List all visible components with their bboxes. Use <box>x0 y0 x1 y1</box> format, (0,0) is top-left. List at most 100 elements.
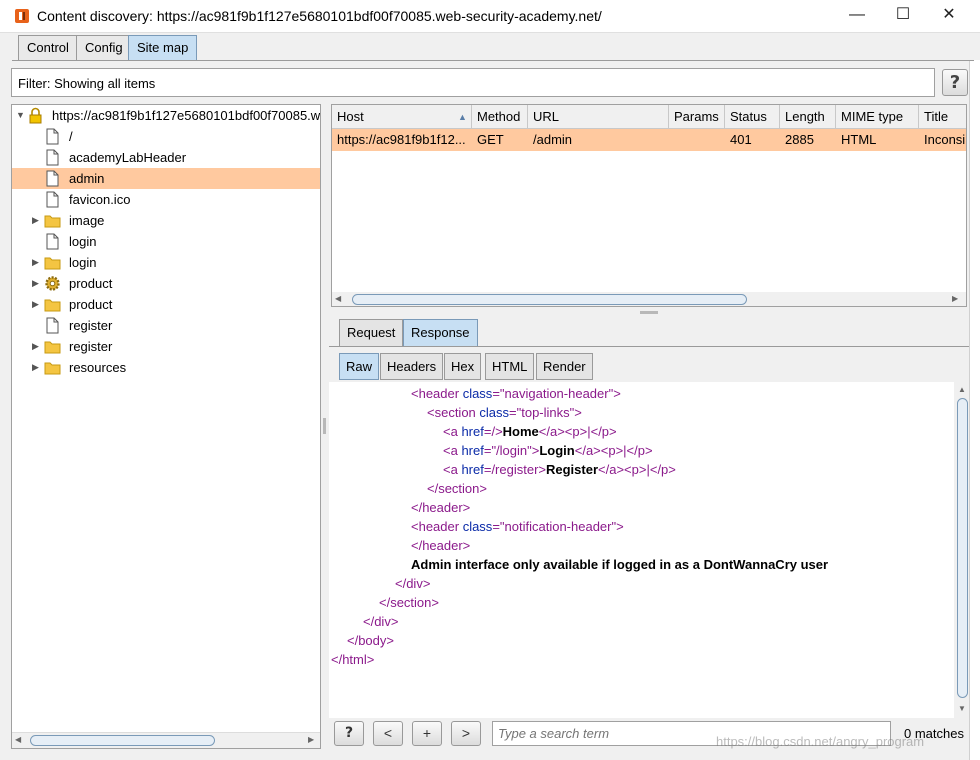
expand-arrow-icon[interactable]: ▶ <box>32 298 42 310</box>
message-tab-divider <box>329 346 969 347</box>
tree-item[interactable]: favicon.ico <box>12 189 320 210</box>
site-map-tree[interactable]: ▼ https://ac981f9b1f127e5680101bdf00f700… <box>11 104 321 749</box>
tab-response[interactable]: Response <box>403 319 478 346</box>
code-token: class <box>462 519 493 534</box>
scroll-up-icon[interactable]: ▲ <box>958 385 966 394</box>
response-raw-view[interactable]: <header class="navigation-header"> <secti… <box>329 382 954 718</box>
tab-config[interactable]: Config <box>76 35 132 60</box>
tree-item[interactable]: admin <box>12 168 320 189</box>
code-line: </div> <box>363 612 398 631</box>
watermark: https://blog.csdn.net/angry_program <box>716 734 925 749</box>
column-header-url[interactable]: URL <box>528 105 669 129</box>
search-help-button[interactable]: ? <box>334 721 364 746</box>
tree-item[interactable]: ▶ login <box>12 252 320 273</box>
tree-item-label: academyLabHeader <box>69 150 187 165</box>
file-icon <box>44 170 61 187</box>
tab-request[interactable]: Request <box>339 319 404 346</box>
folder-icon <box>44 338 61 355</box>
window-title: Content discovery: https://ac981f9b1f127… <box>37 8 602 24</box>
code-token: <header <box>411 519 463 534</box>
minimize-button[interactable]: — <box>834 0 880 32</box>
file-icon <box>44 317 61 334</box>
tree-item-label: admin <box>69 171 105 186</box>
code-token: </body> <box>347 633 394 648</box>
code-token: /register <box>491 462 539 477</box>
splitter-grip[interactable] <box>323 418 326 434</box>
tab-hex[interactable]: Hex <box>444 353 482 380</box>
column-header-mime-type[interactable]: MIME type <box>836 105 919 129</box>
scroll-left-icon[interactable]: ◀ <box>335 294 341 303</box>
code-token: "navigation-header" <box>499 386 614 401</box>
code-token: <a <box>443 443 462 458</box>
folder-icon <box>44 212 61 229</box>
sort-ascending-icon: ▲ <box>458 112 467 122</box>
filter-bar[interactable]: Filter: Showing all items <box>11 68 935 97</box>
code-token: </section> <box>379 595 439 610</box>
tab-render[interactable]: Render <box>536 353 593 380</box>
code-line: </header> <box>411 498 470 517</box>
table-row[interactable]: https://ac981f9b1f12... GET /admin 401 2… <box>332 129 966 151</box>
expand-arrow-icon[interactable]: ▼ <box>16 109 26 121</box>
horizontal-splitter-grip[interactable] <box>640 311 658 314</box>
code-vertical-scrollbar[interactable]: ▲ ▼ <box>956 382 969 718</box>
expand-arrow-icon[interactable]: ▶ <box>32 214 42 226</box>
code-token: Login <box>539 443 575 458</box>
expand-arrow-icon[interactable]: ▶ <box>32 361 42 373</box>
code-token: class <box>479 405 510 420</box>
close-button[interactable]: ✕ <box>926 0 972 32</box>
scroll-right-icon[interactable]: ▶ <box>952 294 958 303</box>
tab-headers[interactable]: Headers <box>380 353 444 380</box>
tree-root[interactable]: ▼ https://ac981f9b1f127e5680101bdf00f700… <box>12 105 320 126</box>
code-token: "/login" <box>491 443 532 458</box>
expand-arrow-icon[interactable]: ▶ <box>32 340 42 352</box>
scroll-left-icon[interactable]: ◀ <box>15 735 21 744</box>
tree-item[interactable]: academyLabHeader <box>12 147 320 168</box>
tree-item[interactable]: ▶ product <box>12 294 320 315</box>
tab-site-map[interactable]: Site map <box>128 35 198 60</box>
results-table[interactable]: Host ▲ Method URL Params Status Length MI… <box>331 104 967 307</box>
search-previous-button[interactable]: < <box>373 721 403 746</box>
tree-scroll-thumb[interactable] <box>30 735 215 746</box>
file-icon <box>44 128 61 145</box>
column-header-method[interactable]: Method <box>472 105 528 129</box>
column-header-params[interactable]: Params <box>669 105 725 129</box>
code-token: = <box>492 519 500 534</box>
maximize-button[interactable]: ☐ <box>880 0 926 32</box>
search-add-button[interactable]: + <box>412 721 442 746</box>
folder-icon <box>44 359 61 376</box>
tab-html[interactable]: HTML <box>485 353 535 380</box>
tree-item-label: register <box>69 318 113 333</box>
code-token: "notification-header" <box>499 519 617 534</box>
expand-arrow-icon[interactable]: ▶ <box>32 277 42 289</box>
scroll-down-icon[interactable]: ▼ <box>958 704 966 713</box>
code-scroll-thumb[interactable] <box>957 398 968 698</box>
scroll-right-icon[interactable]: ▶ <box>308 735 314 744</box>
search-next-button[interactable]: > <box>451 721 481 746</box>
code-token: </header> <box>411 500 471 515</box>
expand-arrow-icon[interactable]: ▶ <box>32 256 42 268</box>
tree-item[interactable]: login <box>12 231 320 252</box>
tab-raw[interactable]: Raw <box>339 353 380 380</box>
code-token: > <box>495 424 503 439</box>
code-token: > <box>574 405 582 420</box>
tab-control[interactable]: Control <box>18 35 78 60</box>
code-token: <section <box>427 405 480 420</box>
code-line: </section> <box>379 593 439 612</box>
column-header-status[interactable]: Status <box>725 105 780 129</box>
tree-horizontal-scrollbar[interactable]: ◀ ▶ <box>12 732 320 748</box>
table-horizontal-scrollbar[interactable]: ◀ ▶ <box>332 292 966 306</box>
column-header-length[interactable]: Length <box>780 105 836 129</box>
tree-item[interactable]: ▶ image <box>12 210 320 231</box>
column-header-host[interactable]: Host ▲ <box>332 105 472 129</box>
tree-item[interactable]: ▶ register <box>12 336 320 357</box>
code-token: Admin interface only available if logged… <box>411 557 829 572</box>
tree-item[interactable]: ▶ resources <box>12 357 320 378</box>
column-header-title[interactable]: Title <box>919 105 966 129</box>
code-token: > <box>613 386 621 401</box>
table-scroll-thumb[interactable] <box>352 294 747 305</box>
code-token: "top-links" <box>516 405 575 420</box>
filter-help-button[interactable]: ? <box>942 69 968 96</box>
tree-item[interactable]: register <box>12 315 320 336</box>
tree-item[interactable]: ▶ product <box>12 273 320 294</box>
tree-item[interactable]: / <box>12 126 320 147</box>
